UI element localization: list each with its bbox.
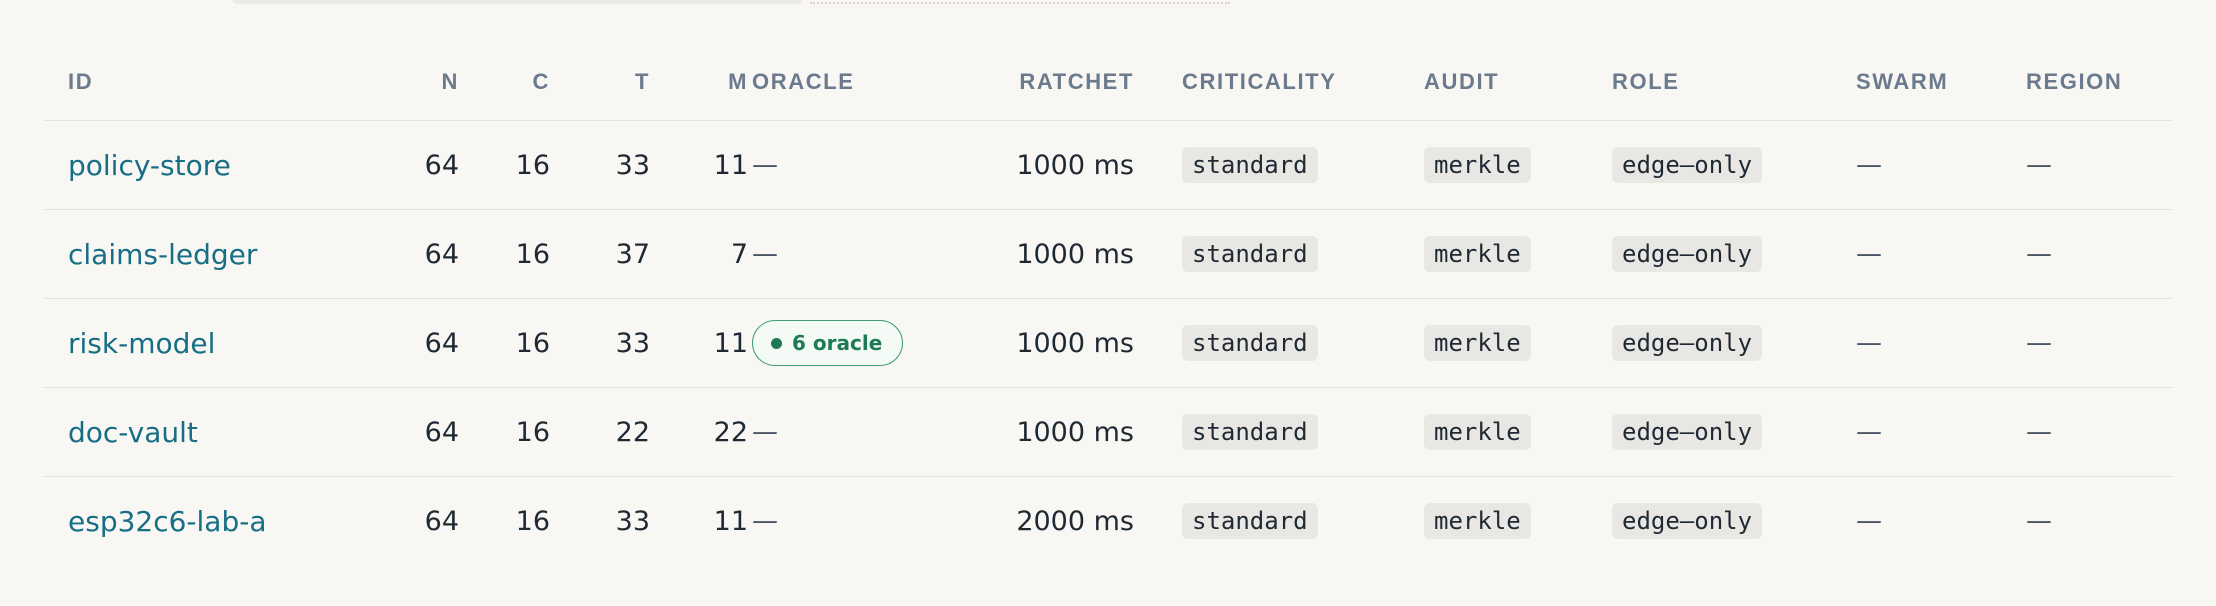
cell-swarm: —: [1856, 417, 1882, 447]
criticality-chip: standard: [1182, 147, 1318, 183]
cell-n: 64: [424, 327, 459, 359]
cell-region: —: [2026, 239, 2052, 269]
cell-n: 64: [424, 416, 459, 448]
criticality-chip: standard: [1182, 414, 1318, 450]
table-row[interactable]: risk-model 64 16 33 11 6 oracle 1000 ms …: [44, 299, 2172, 388]
header-swarm[interactable]: SWARM: [1856, 44, 2016, 120]
header-id[interactable]: ID: [68, 44, 348, 120]
row-id-link[interactable]: risk-model: [68, 327, 215, 360]
role-chip: edge–only: [1612, 147, 1763, 183]
header-ratchet[interactable]: RATCHET: [944, 44, 1134, 120]
oracle-badge[interactable]: 6 oracle: [752, 320, 904, 366]
cell-m: 7: [730, 238, 748, 270]
header-m[interactable]: M: [650, 44, 748, 120]
cell-t: 33: [615, 327, 650, 359]
cell-ratchet: 2000 ms: [1016, 505, 1134, 537]
audit-chip: merkle: [1424, 236, 1531, 272]
cell-ratchet: 1000 ms: [1016, 327, 1134, 359]
header-region[interactable]: REGION: [2026, 44, 2172, 120]
cell-n: 64: [424, 238, 459, 270]
audit-chip: merkle: [1424, 414, 1531, 450]
role-chip: edge–only: [1612, 414, 1763, 450]
cell-ratchet: 1000 ms: [1016, 238, 1134, 270]
service-table: ID N C T M ORACLE RATCHET CRITICALITY AU…: [44, 44, 2172, 565]
table-row[interactable]: doc-vault 64 16 22 22 — 1000 ms standard…: [44, 388, 2172, 477]
status-dot-icon: [771, 337, 782, 349]
role-chip: edge–only: [1612, 236, 1763, 272]
clipped-top-text: [810, 0, 1230, 4]
cell-m: 11: [713, 327, 748, 359]
row-id-link[interactable]: esp32c6-lab-a: [68, 505, 267, 538]
table-row[interactable]: claims-ledger 64 16 37 7 — 1000 ms stand…: [44, 210, 2172, 299]
header-role[interactable]: ROLE: [1612, 44, 1852, 120]
cell-c: 16: [515, 238, 550, 270]
criticality-chip: standard: [1182, 236, 1318, 272]
clipped-top-field: [232, 0, 802, 4]
cell-swarm: —: [1856, 328, 1882, 358]
cell-ratchet: 1000 ms: [1016, 149, 1134, 181]
criticality-chip: standard: [1182, 503, 1318, 539]
cell-t: 22: [615, 416, 650, 448]
audit-chip: merkle: [1424, 147, 1531, 183]
table-header-row: ID N C T M ORACLE RATCHET CRITICALITY AU…: [44, 44, 2172, 121]
row-id-link[interactable]: doc-vault: [68, 416, 198, 449]
header-criticality[interactable]: CRITICALITY: [1182, 44, 1422, 120]
header-n[interactable]: N: [344, 44, 459, 120]
header-audit[interactable]: AUDIT: [1424, 44, 1604, 120]
row-id-link[interactable]: claims-ledger: [68, 238, 257, 271]
cell-region: —: [2026, 150, 2052, 180]
cell-c: 16: [515, 505, 550, 537]
cell-m: 22: [713, 416, 748, 448]
cell-region: —: [2026, 328, 2052, 358]
cell-region: —: [2026, 506, 2052, 536]
cell-c: 16: [515, 327, 550, 359]
audit-chip: merkle: [1424, 325, 1531, 361]
cell-t: 33: [615, 149, 650, 181]
cell-c: 16: [515, 416, 550, 448]
cell-c: 16: [515, 149, 550, 181]
cell-swarm: —: [1856, 150, 1882, 180]
cell-t: 37: [615, 238, 650, 270]
oracle-badge-label: 6 oracle: [792, 331, 883, 355]
audit-chip: merkle: [1424, 503, 1531, 539]
cell-swarm: —: [1856, 239, 1882, 269]
cell-region: —: [2026, 417, 2052, 447]
cell-m: 11: [713, 149, 748, 181]
cell-t: 33: [615, 505, 650, 537]
role-chip: edge–only: [1612, 503, 1763, 539]
header-c[interactable]: C: [459, 44, 550, 120]
cell-m: 11: [713, 505, 748, 537]
row-id-link[interactable]: policy-store: [68, 149, 231, 182]
criticality-chip: standard: [1182, 325, 1318, 361]
table-row[interactable]: esp32c6-lab-a 64 16 33 11 — 2000 ms stan…: [44, 477, 2172, 565]
table-row[interactable]: policy-store 64 16 33 11 — 1000 ms stand…: [44, 121, 2172, 210]
cell-n: 64: [424, 505, 459, 537]
cell-n: 64: [424, 149, 459, 181]
page: ID N C T M ORACLE RATCHET CRITICALITY AU…: [0, 0, 2216, 606]
cell-swarm: —: [1856, 506, 1882, 536]
header-t[interactable]: T: [550, 44, 650, 120]
cell-ratchet: 1000 ms: [1016, 416, 1134, 448]
role-chip: edge–only: [1612, 325, 1763, 361]
